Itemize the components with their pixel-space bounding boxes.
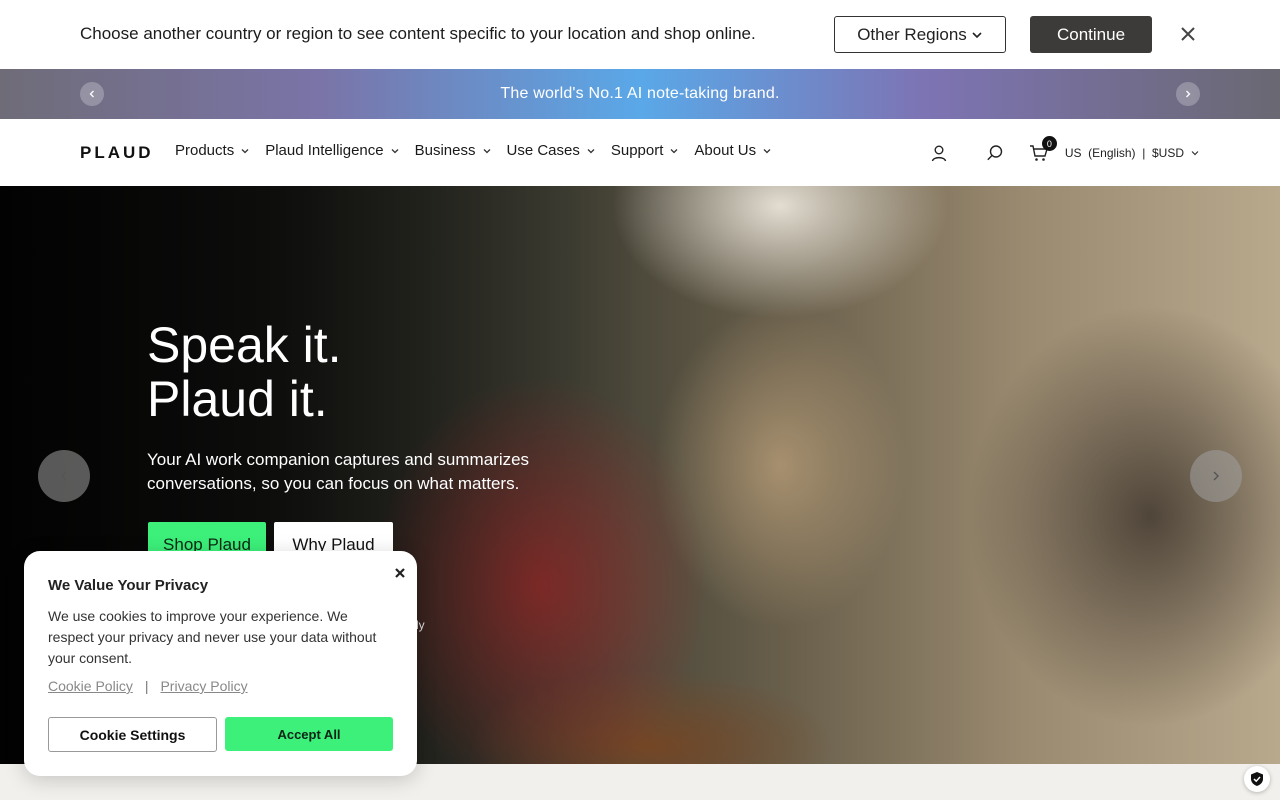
announcement-bar: The world's No.1 AI note-taking brand. (0, 69, 1280, 119)
privacy-shield-button[interactable] (1244, 766, 1270, 792)
cookie-body: We use cookies to improve your experienc… (48, 608, 377, 666)
nav-item-use-cases[interactable]: Use Cases (507, 142, 596, 159)
chevron-down-icon (1191, 151, 1199, 156)
cookie-settings-button[interactable]: Cookie Settings (48, 717, 217, 752)
chevron-down-icon (483, 148, 490, 153)
hero-title: Speak it. Plaud it. (147, 318, 342, 426)
cart-button[interactable]: 0 (1025, 136, 1057, 167)
nav-actions: 0 US (English) | $USD (925, 136, 1200, 167)
region-select-label: Other Regions (857, 24, 967, 44)
nav-item-plaud-intelligence[interactable]: Plaud Intelligence (265, 142, 399, 159)
chevron-down-icon (972, 31, 982, 38)
nav-item-label: Products (175, 142, 235, 159)
chevron-left-icon (61, 471, 67, 481)
cookie-title: We Value Your Privacy (48, 577, 209, 594)
announcement-next-button[interactable] (1176, 82, 1200, 106)
nav-item-about-us[interactable]: About Us (694, 142, 772, 159)
chevron-down-icon (763, 148, 771, 153)
chevron-down-icon (587, 148, 595, 153)
account-button[interactable] (925, 139, 953, 167)
hero-next-button[interactable] (1190, 450, 1242, 502)
privacy-policy-link[interactable]: Privacy Policy (160, 678, 247, 694)
main-nav: PLAUD Products Plaud Intelligence Busine… (0, 119, 1280, 186)
accept-all-button[interactable]: Accept All (225, 717, 393, 751)
chevron-right-icon (1213, 471, 1219, 481)
locale-selector[interactable]: US (English) | $USD (1065, 146, 1200, 160)
continue-button[interactable]: Continue (1030, 16, 1152, 53)
hero-title-line2: Plaud it. (147, 371, 328, 427)
nav-item-label: Use Cases (506, 142, 580, 159)
chevron-down-icon (241, 148, 249, 153)
nav-menu: Products Plaud Intelligence Business Use… (175, 142, 772, 159)
region-message: Choose another country or region to see … (80, 24, 756, 43)
search-icon (987, 145, 1003, 161)
nav-item-label: Business (414, 142, 476, 159)
user-icon (931, 145, 947, 162)
hero-prev-button[interactable] (38, 450, 90, 502)
region-select[interactable]: Other Regions (834, 16, 1006, 53)
cookie-links: Cookie Policy | Privacy Policy (48, 678, 248, 694)
region-bar: Choose another country or region to see … (0, 0, 1280, 69)
plaud-logo[interactable]: PLAUD (80, 143, 154, 163)
chevron-down-icon (670, 148, 678, 153)
nav-item-support[interactable]: Support (611, 142, 680, 159)
nav-item-products[interactable]: Products (175, 142, 250, 159)
close-icon[interactable] (1176, 22, 1200, 46)
hero-subtitle: Your AI work companion captures and summ… (147, 450, 530, 493)
hero-fine-print: ly (416, 618, 425, 632)
shield-check-icon (1251, 772, 1263, 786)
chevron-right-icon (1186, 90, 1191, 98)
nav-item-label: Plaud Intelligence (265, 142, 384, 159)
chevron-down-icon (391, 148, 399, 153)
close-icon[interactable] (392, 565, 408, 581)
nav-item-label: Support (610, 142, 664, 159)
hero-title-line1: Speak it. (147, 317, 342, 373)
announcement-text: The world's No.1 AI note-taking brand. (500, 85, 780, 102)
link-separator: | (144, 678, 149, 694)
locale-label: US (English) | $USD (1064, 146, 1184, 160)
cart-count-badge: 0 (1041, 136, 1057, 151)
search-button[interactable] (981, 139, 1009, 167)
nav-item-business[interactable]: Business (415, 142, 492, 159)
cookie-consent-dialog: We Value Your Privacy We use cookies to … (24, 551, 417, 776)
nav-item-label: About Us (694, 142, 757, 159)
cookie-policy-link[interactable]: Cookie Policy (48, 678, 133, 694)
